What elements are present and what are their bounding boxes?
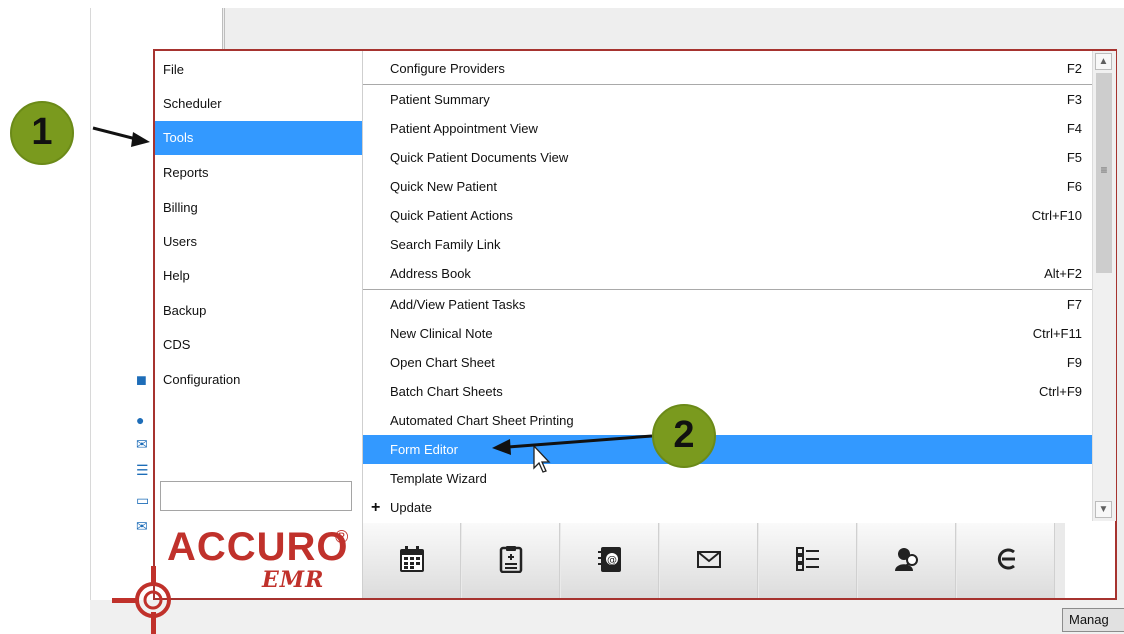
scrollbar-grip-icon: ≡ — [1100, 163, 1108, 177]
envelope-icon — [697, 551, 721, 568]
menu-item-quick-new-patient[interactable]: Quick New Patient F6 — [363, 172, 1092, 201]
logo-registered-mark: ® — [335, 527, 349, 547]
mouse-cursor-icon — [533, 444, 551, 473]
menu-item-add-view-patient-tasks[interactable]: Add/View Patient Tasks F7 — [363, 289, 1092, 318]
menu-item-search-family-link[interactable]: Search Family Link — [363, 230, 1092, 259]
menu-item-configure-providers[interactable]: Configure Providers F2 — [363, 54, 1092, 83]
expand-plus-icon[interactable]: + — [371, 493, 380, 522]
accuro-emr-logo: ACCURO ® EMR — [163, 525, 353, 595]
shortcut-label: Alt+F2 — [1044, 266, 1082, 281]
menu-item-new-clinical-note[interactable]: New Clinical Note Ctrl+F11 — [363, 319, 1092, 348]
clipboard-icon — [499, 546, 523, 573]
shortcut-label: Ctrl+F11 — [1032, 326, 1082, 341]
menu-item-patient-appointment-view[interactable]: Patient Appointment View F4 — [363, 114, 1092, 143]
background-envelope-icon[interactable]: ✉ — [136, 436, 152, 452]
tools-submenu: Configure Providers F2 Patient Summary F3 … — [363, 51, 1092, 521]
shortcut-label: F4 — [1066, 121, 1082, 136]
logout-icon — [997, 548, 1015, 570]
menu-item-quick-patient-documents-view[interactable]: Quick Patient Documents View F5 — [363, 143, 1092, 172]
calendar-icon — [400, 546, 424, 572]
menu-item-quick-patient-actions[interactable]: Quick Patient Actions Ctrl+F10 — [363, 201, 1092, 230]
submenu-scrollbar[interactable]: ▲ ≡ ▼ — [1092, 51, 1116, 521]
annotation-badge-2: 2 — [652, 404, 716, 468]
scrollbar-thumb[interactable]: ≡ — [1096, 73, 1112, 273]
shortcut-label: F9 — [1066, 355, 1082, 370]
patient-search-button[interactable] — [858, 523, 956, 598]
menu-item-patient-summary[interactable]: Patient Summary F3 — [363, 84, 1092, 113]
shortcut-label: F5 — [1066, 150, 1082, 165]
shortcut-label: F3 — [1066, 92, 1082, 107]
shortcut-label: F2 — [1066, 61, 1082, 76]
scroll-down-arrow-icon[interactable]: ▼ — [1095, 501, 1112, 518]
shortcut-label: Ctrl+F10 — [1031, 208, 1082, 223]
shortcut-label: Ctrl+F9 — [1039, 384, 1082, 399]
logo-product: EMR — [262, 567, 325, 593]
start-menu: File Scheduler Tools Reports Billing Use… — [153, 49, 1117, 600]
menu-item-address-book[interactable]: Address Book Alt+F2 — [363, 259, 1092, 288]
menu-item-form-editor[interactable]: Form Editor — [363, 435, 1092, 464]
annotation-badge-1: 1 — [10, 101, 74, 165]
scroll-up-arrow-icon[interactable]: ▲ — [1095, 53, 1112, 70]
category-cds[interactable]: CDS — [155, 328, 362, 362]
scheduler-button[interactable] — [363, 523, 461, 598]
category-scheduler[interactable]: Scheduler — [155, 87, 362, 121]
category-reports[interactable]: Reports — [155, 156, 362, 190]
background-user-icon[interactable]: ● — [136, 412, 152, 428]
category-help[interactable]: Help — [155, 259, 362, 293]
menu-search-input[interactable] — [160, 481, 352, 511]
background-app-icon[interactable]: ■ — [136, 371, 152, 389]
shortcut-label: F7 — [1066, 297, 1082, 312]
menu-item-batch-chart-sheets[interactable]: Batch Chart Sheets Ctrl+F9 — [363, 377, 1092, 406]
user-search-icon — [895, 548, 918, 571]
address-book-button[interactable]: @ — [561, 523, 659, 598]
category-list: File Scheduler Tools Reports Billing Use… — [155, 51, 363, 598]
menu-item-automated-chart-sheet-printing[interactable]: Automated Chart Sheet Printing — [363, 406, 1092, 435]
background-folder-icon[interactable]: ▭ — [136, 492, 152, 508]
patient-summary-button[interactable] — [462, 523, 560, 598]
category-configuration[interactable]: Configuration — [155, 363, 362, 397]
menu-item-open-chart-sheet[interactable]: Open Chart Sheet F9 — [363, 348, 1092, 377]
category-tools[interactable]: Tools — [155, 121, 362, 155]
address-book-icon: @ — [598, 547, 621, 572]
menu-item-template-wizard[interactable]: Template Wizard — [363, 464, 1092, 493]
category-backup[interactable]: Backup — [155, 294, 362, 328]
messages-button[interactable] — [660, 523, 758, 598]
shortcut-label: F6 — [1066, 179, 1082, 194]
logo-brand: ACCURO — [167, 525, 349, 569]
background-list-icon[interactable]: ☰ — [136, 462, 152, 478]
quick-toolbar: @ — [363, 523, 1065, 598]
tasks-button[interactable] — [759, 523, 857, 598]
background-message-icon[interactable]: ✉ — [136, 518, 152, 534]
background-status-bar — [90, 600, 1124, 634]
category-users[interactable]: Users — [155, 225, 362, 259]
category-billing[interactable]: Billing — [155, 191, 362, 225]
category-file[interactable]: File — [155, 53, 362, 87]
logout-button[interactable] — [957, 523, 1055, 598]
svg-text:@: @ — [607, 555, 617, 566]
menu-item-update[interactable]: + Update — [363, 493, 1092, 522]
task-list-icon — [796, 547, 819, 571]
manage-button[interactable]: Manag — [1062, 608, 1124, 632]
